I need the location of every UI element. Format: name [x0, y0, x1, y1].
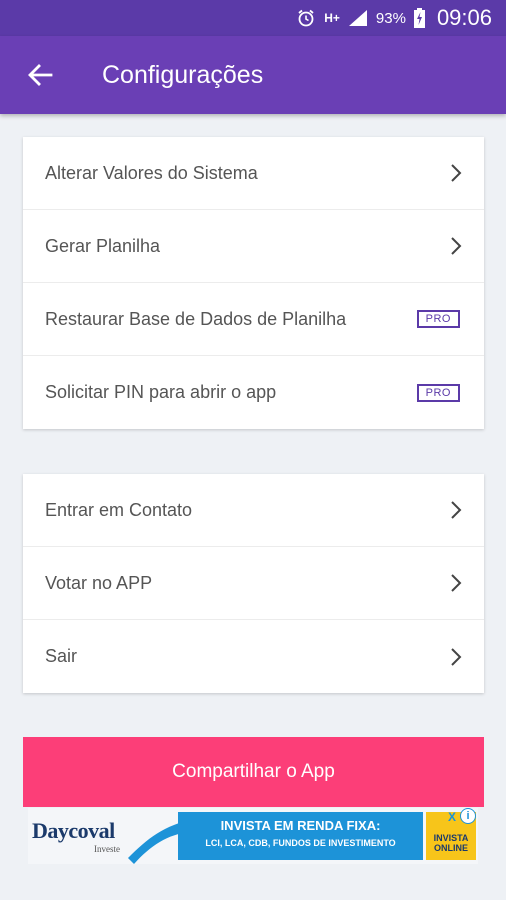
network-type-icon: H+: [324, 11, 340, 25]
chevron-right-icon: [450, 573, 462, 593]
settings-item-label: Alterar Valores do Sistema: [45, 162, 258, 183]
settings-item-label: Solicitar PIN para abrir o app: [45, 382, 277, 402]
settings-item-solicitar-pin[interactable]: Solicitar PIN para abrir o app PRO: [23, 356, 484, 429]
page-title: Configurações: [102, 60, 264, 89]
chevron-right-icon: [450, 163, 462, 183]
app-bar: Configurações: [0, 36, 506, 114]
close-icon[interactable]: X: [448, 810, 456, 824]
settings-item-sair[interactable]: Sair: [23, 620, 484, 693]
settings-item-label: Votar no APP: [45, 572, 153, 593]
ad-content: INVISTA EM RENDA FIXA: LCI, LCA, CDB, FU…: [178, 812, 423, 860]
share-app-label: Compartilhar o App: [172, 761, 335, 782]
settings-item-label: Entrar em Contato: [45, 499, 193, 520]
ad-headline: INVISTA EM RENDA FIXA:: [220, 818, 381, 833]
settings-item-gerar-planilha[interactable]: Gerar Planilha: [23, 210, 484, 283]
arrow-left-icon: [28, 64, 53, 86]
clock: 09:06: [436, 5, 492, 30]
settings-card-system: Alterar Valores do Sistema Gerar Planilh…: [23, 137, 484, 429]
back-button[interactable]: [0, 36, 80, 114]
status-bar: H+ 93% 09:06: [0, 0, 506, 36]
pro-badge: PRO: [416, 383, 460, 402]
settings-item-votar-app[interactable]: Votar no APP: [23, 547, 484, 620]
alarm-icon: [296, 8, 316, 28]
settings-item-alterar-valores[interactable]: Alterar Valores do Sistema: [23, 137, 484, 210]
chevron-right-icon: [450, 647, 462, 667]
settings-item-label: Gerar Planilha: [45, 235, 161, 256]
chevron-right-icon: [450, 500, 462, 520]
settings-item-restaurar-base[interactable]: Restaurar Base de Dados de Planilha PRO: [23, 283, 484, 356]
ad-cta-label: INVISTA ONLINE: [433, 833, 469, 854]
battery-charging-icon: [413, 8, 425, 28]
ad-banner[interactable]: Daycoval Investe INVISTA EM RENDA FIXA: …: [28, 808, 478, 864]
ad-brand: Daycoval: [32, 818, 115, 843]
settings-item-label: Sair: [45, 646, 78, 666]
signal-icon: [348, 9, 368, 27]
settings-item-entrar-contato[interactable]: Entrar em Contato: [23, 474, 484, 547]
share-app-button[interactable]: Compartilhar o App: [23, 737, 484, 807]
ad-subline: LCI, LCA, CDB, FUNDOS DE INVESTIMENTO: [205, 838, 396, 848]
settings-card-app: Entrar em Contato Votar no APP Sair: [23, 474, 484, 693]
pro-badge: PRO: [416, 310, 460, 328]
settings-item-label: Restaurar Base de Dados de Planilha: [45, 308, 347, 329]
ad-brand-sub: Investe: [94, 844, 120, 854]
ad-brand-logo: Daycoval Investe: [32, 818, 120, 854]
battery-percent: 93%: [375, 9, 406, 27]
chevron-right-icon: [450, 236, 462, 256]
info-icon[interactable]: i: [460, 808, 476, 824]
